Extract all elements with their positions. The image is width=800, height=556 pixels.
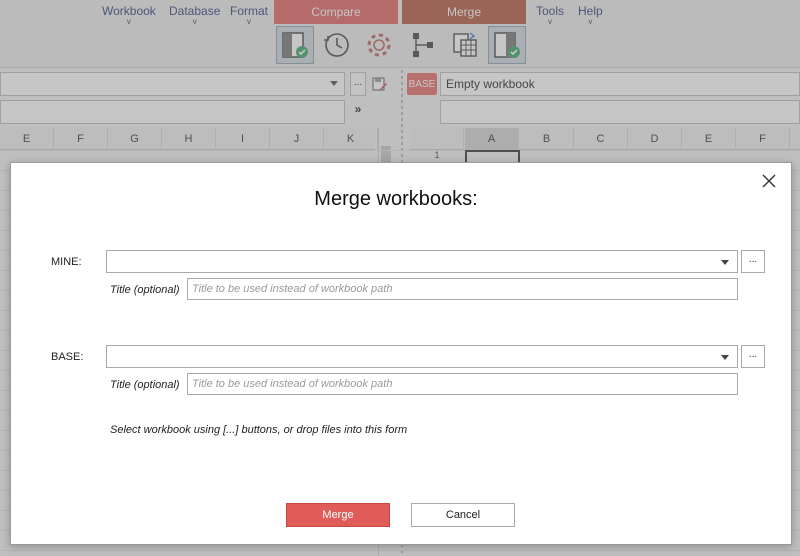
base-workbook-select[interactable] xyxy=(106,345,738,368)
chevron-down-icon[interactable] xyxy=(721,355,729,360)
merge-dialog: Merge workbooks: MINE: ... Title (option… xyxy=(10,162,792,545)
merge-button[interactable]: Merge xyxy=(286,503,390,527)
mine-title-input[interactable] xyxy=(187,278,738,300)
chevron-down-icon[interactable] xyxy=(721,260,729,265)
mine-workbook-select[interactable] xyxy=(106,250,738,273)
base-title-label: Title (optional) xyxy=(110,379,180,391)
mine-browse-button[interactable]: ... xyxy=(741,250,765,273)
mine-title-label: Title (optional) xyxy=(110,284,180,296)
base-label: BASE: xyxy=(51,351,84,363)
dialog-title: Merge workbooks: xyxy=(314,188,478,210)
cancel-button[interactable]: Cancel xyxy=(411,503,515,527)
base-title-input[interactable] xyxy=(187,373,738,395)
base-browse-button[interactable]: ... xyxy=(741,345,765,368)
hint-text: Select workbook using [...] buttons, or … xyxy=(110,424,408,436)
mine-label: MINE: xyxy=(51,256,82,268)
close-icon[interactable] xyxy=(761,173,777,189)
